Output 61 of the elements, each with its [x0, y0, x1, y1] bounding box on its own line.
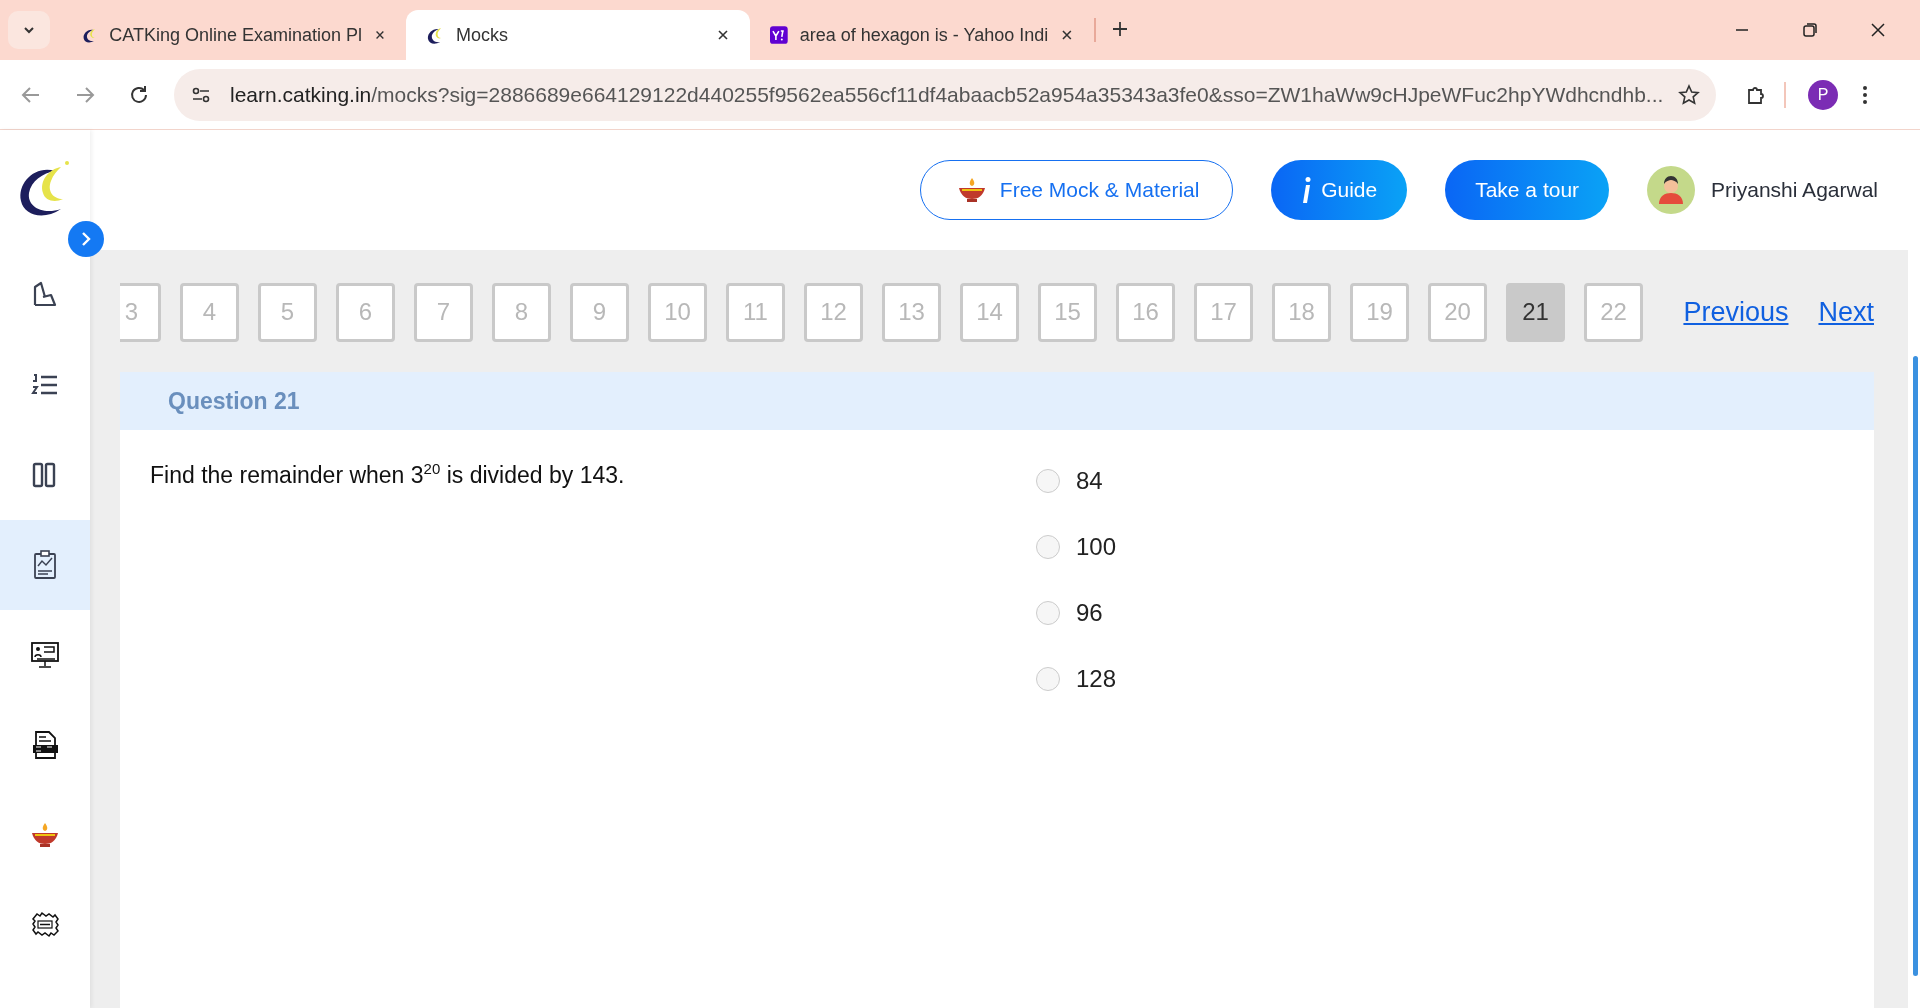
previous-link[interactable]: Previous — [1683, 296, 1789, 328]
next-link[interactable]: Next — [1818, 296, 1874, 328]
tab-title: CATKing Online Examination Pl — [109, 24, 363, 46]
question-number-button[interactable]: 10 — [648, 282, 707, 342]
question-number-button[interactable]: 12 — [804, 282, 863, 342]
info-icon — [1301, 177, 1312, 203]
guide-button[interactable]: Guide — [1271, 160, 1408, 220]
question-number-button[interactable]: 6 — [336, 282, 395, 342]
close-tab-icon[interactable] — [374, 28, 386, 42]
tab-title: area of hexagon is - Yahoo Indi — [799, 24, 1049, 46]
tab-title: Mocks — [456, 24, 509, 46]
question-number-button[interactable]: 15 — [1038, 282, 1097, 342]
address-bar[interactable]: learn.catking.in/mocks?sig=2886689e664129122d440255f9562ea556cf11df4abaacb52a954a35343a3fe0&sso=ZW1haWw9cHJpeWFuc2hpYWdhcndhb... — [174, 68, 1716, 121]
tour-button[interactable]: Take a tour — [1445, 160, 1610, 220]
close-tab-icon[interactable] — [716, 28, 730, 42]
close-tab-icon[interactable] — [1060, 28, 1074, 42]
option-label: 100 — [1076, 533, 1117, 561]
question-number-button[interactable]: 4 — [180, 282, 239, 342]
question-number-button[interactable]: 18 — [1272, 282, 1331, 342]
question-number-button[interactable]: 7 — [414, 282, 473, 342]
question-number-button[interactable]: 11 — [726, 282, 785, 342]
expand-sidebar-button[interactable] — [68, 221, 104, 257]
browser-tab[interactable]: CATKing Online Examination Pl — [62, 10, 406, 60]
browser-tab[interactable]: Mocks — [406, 10, 750, 60]
restore-icon[interactable] — [1802, 22, 1818, 38]
scrollbar-thumb[interactable] — [1913, 356, 1918, 976]
radio-button[interactable] — [1036, 667, 1060, 691]
close-icon[interactable] — [1870, 22, 1886, 38]
question-number-button[interactable]: 3 — [120, 282, 161, 342]
question-number-button[interactable]: 20 — [1428, 282, 1487, 342]
free-mock-button[interactable]: Free Mock & Material — [920, 160, 1234, 220]
profile-avatar[interactable]: P — [1808, 79, 1838, 110]
question-text: Find the remainder when 3$^{20}$ is divided by 143. — [150, 460, 626, 490]
question-number-button[interactable]: 16 — [1116, 282, 1175, 342]
question-number-button[interactable]: 8 — [492, 282, 551, 342]
radio-button[interactable] — [1036, 601, 1060, 625]
option-label: 128 — [1076, 665, 1117, 693]
question-number-button[interactable]: 14 — [960, 282, 1019, 342]
reload-icon[interactable] — [128, 83, 150, 106]
browser-tab[interactable]: area of hexagon is - Yahoo Indi — [750, 10, 1094, 60]
question-number-button[interactable]: 5 — [258, 282, 317, 342]
crescent-logo-icon — [426, 26, 444, 44]
question-number-button[interactable]: 9 — [570, 282, 629, 342]
option-label: 84 — [1076, 467, 1103, 495]
url-text: learn.catking.in/mocks?sig=2886689e664129122d440255f9562ea556cf11df4abaacb52a954a35343a3fe0&sso=ZW1haWw9cHJpeWFuc2hpYWdhcndhb... — [230, 82, 1665, 107]
radio-button[interactable] — [1036, 469, 1060, 493]
question-number-button[interactable]: 17 — [1194, 282, 1253, 342]
question-number-button[interactable]: 19 — [1350, 282, 1409, 342]
plus-icon — [1112, 20, 1128, 37]
question-title: Question 21 — [168, 387, 300, 415]
option-label: 96 — [1076, 599, 1103, 627]
radio-button[interactable] — [1036, 535, 1060, 559]
question-number-button[interactable]: 13 — [882, 282, 941, 342]
user-name: Priyanshi Agarwal — [1711, 178, 1878, 202]
more-menu-icon[interactable] — [1862, 84, 1868, 105]
user-avatar-icon[interactable] — [1647, 166, 1696, 214]
question-number-button[interactable]: 22 — [1584, 282, 1643, 342]
sidebar-item[interactable] — [0, 520, 90, 610]
question-number-button[interactable]: 21 — [1506, 282, 1565, 342]
yahoo-y-icon — [770, 26, 788, 44]
bookmark-star-icon[interactable] — [1678, 83, 1700, 106]
